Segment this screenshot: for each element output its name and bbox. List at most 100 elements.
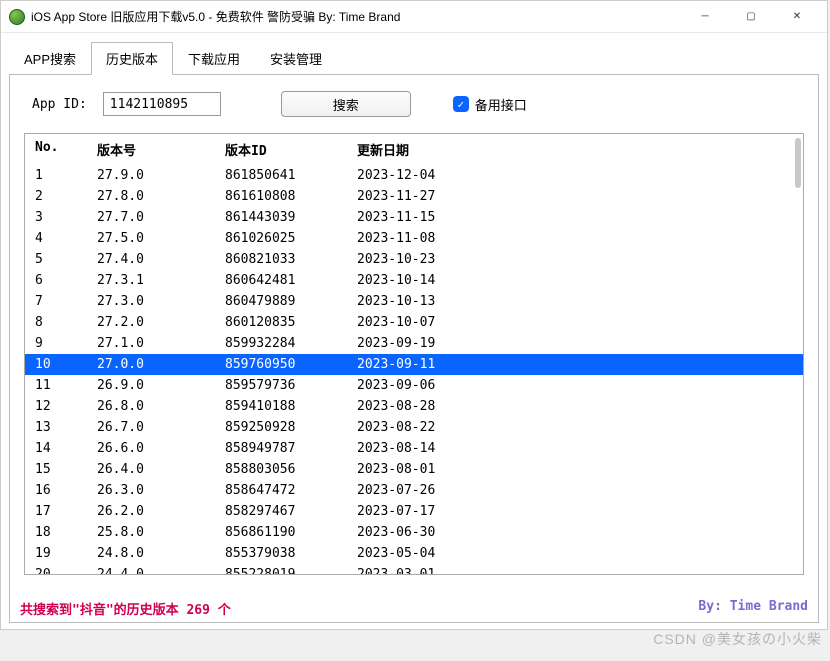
cell-id: 859250928: [225, 418, 357, 437]
tab-download-app[interactable]: 下载应用: [173, 42, 255, 75]
cell-no: 4: [35, 229, 97, 248]
cell-ver: 26.7.0: [97, 418, 225, 437]
table-row[interactable]: 1726.2.08582974672023-07-17: [25, 501, 803, 522]
cell-id: 860821033: [225, 250, 357, 269]
table-header: No. 版本号 版本ID 更新日期: [25, 134, 803, 165]
cell-id: 861610808: [225, 187, 357, 206]
cell-no: 8: [35, 313, 97, 332]
header-update-date[interactable]: 更新日期: [357, 140, 497, 159]
cell-ver: 27.5.0: [97, 229, 225, 248]
titlebar[interactable]: iOS App Store 旧版应用下载v5.0 - 免费软件 警防受骗 By:…: [1, 1, 827, 33]
cell-id: 858949787: [225, 439, 357, 458]
table-row[interactable]: 1924.8.08553790382023-05-04: [25, 543, 803, 564]
tab-app-search[interactable]: APP搜索: [9, 42, 91, 75]
cell-date: 2023-06-30: [357, 523, 497, 542]
cell-date: 2023-08-22: [357, 418, 497, 437]
minimize-button[interactable]: ─: [683, 3, 727, 31]
cell-no: 11: [35, 376, 97, 395]
cell-no: 18: [35, 523, 97, 542]
cell-id: 858803056: [225, 460, 357, 479]
table-row[interactable]: 327.7.08614430392023-11-15: [25, 207, 803, 228]
cell-date: 2023-09-11: [357, 355, 497, 374]
cell-id: 859579736: [225, 376, 357, 395]
cell-id: 855379038: [225, 544, 357, 563]
cell-ver: 24.8.0: [97, 544, 225, 563]
app-icon: [9, 9, 25, 25]
tab-install-manage[interactable]: 安装管理: [255, 42, 337, 75]
cell-ver: 24.4.0: [97, 565, 225, 575]
cell-no: 19: [35, 544, 97, 563]
cell-date: 2023-05-04: [357, 544, 497, 563]
header-no[interactable]: No.: [35, 140, 97, 159]
cell-ver: 27.9.0: [97, 166, 225, 185]
table-row[interactable]: 827.2.08601208352023-10-07: [25, 312, 803, 333]
cell-id: 861850641: [225, 166, 357, 185]
cell-ver: 27.4.0: [97, 250, 225, 269]
cell-ver: 27.2.0: [97, 313, 225, 332]
table-row[interactable]: 1226.8.08594101882023-08-28: [25, 396, 803, 417]
scrollbar-thumb[interactable]: [795, 138, 801, 188]
status-footer: 共搜索到"抖音"的历史版本 269 个 By: Time Brand: [20, 599, 808, 618]
cell-date: 2023-11-08: [357, 229, 497, 248]
result-count: 共搜索到"抖音"的历史版本 269 个: [20, 599, 231, 618]
table-row[interactable]: 127.9.08618506412023-12-04: [25, 165, 803, 186]
table-row[interactable]: 527.4.08608210332023-10-23: [25, 249, 803, 270]
cell-date: 2023-08-14: [357, 439, 497, 458]
table-row[interactable]: 927.1.08599322842023-09-19: [25, 333, 803, 354]
cell-date: 2023-11-27: [357, 187, 497, 206]
table-row[interactable]: 427.5.08610260252023-11-08: [25, 228, 803, 249]
close-button[interactable]: ✕: [775, 3, 819, 31]
cell-date: 2023-10-07: [357, 313, 497, 332]
cell-date: 2023-07-17: [357, 502, 497, 521]
cell-no: 15: [35, 460, 97, 479]
table-row[interactable]: 1526.4.08588030562023-08-01: [25, 459, 803, 480]
appid-input[interactable]: [103, 92, 221, 116]
cell-date: 2023-03-01: [357, 565, 497, 575]
table-row[interactable]: 1326.7.08592509282023-08-22: [25, 417, 803, 438]
table-row[interactable]: 2024.4.08552280192023-03-01: [25, 564, 803, 575]
cell-ver: 26.8.0: [97, 397, 225, 416]
maximize-button[interactable]: ▢: [729, 3, 773, 31]
cell-no: 6: [35, 271, 97, 290]
watermark: CSDN @美女孩の小火柴: [653, 629, 822, 649]
table-row[interactable]: 1626.3.08586474722023-07-26: [25, 480, 803, 501]
table-row[interactable]: 227.8.08616108082023-11-27: [25, 186, 803, 207]
version-table: No. 版本号 版本ID 更新日期 127.9.08618506412023-1…: [24, 133, 804, 575]
cell-date: 2023-08-01: [357, 460, 497, 479]
cell-id: 858297467: [225, 502, 357, 521]
table-row[interactable]: 727.3.08604798892023-10-13: [25, 291, 803, 312]
check-icon: ✓: [453, 96, 469, 112]
cell-id: 860479889: [225, 292, 357, 311]
header-version[interactable]: 版本号: [97, 140, 225, 159]
cell-id: 859410188: [225, 397, 357, 416]
cell-id: 858647472: [225, 481, 357, 500]
cell-ver: 27.0.0: [97, 355, 225, 374]
header-version-id[interactable]: 版本ID: [225, 140, 357, 159]
tab-panel-history: App ID: 搜索 ✓ 备用接口 No. 版本号 版本ID 更新日期 127.…: [9, 75, 819, 623]
table-row[interactable]: 1825.8.08568611902023-06-30: [25, 522, 803, 543]
window-title: iOS App Store 旧版应用下载v5.0 - 免费软件 警防受骗 By:…: [31, 8, 683, 25]
table-body: 127.9.08618506412023-12-04227.8.08616108…: [25, 165, 803, 575]
cell-date: 2023-12-04: [357, 166, 497, 185]
table-row[interactable]: 1426.6.08589497872023-08-14: [25, 438, 803, 459]
table-row[interactable]: 1126.9.08595797362023-09-06: [25, 375, 803, 396]
cell-no: 2: [35, 187, 97, 206]
cell-no: 16: [35, 481, 97, 500]
cell-ver: 27.8.0: [97, 187, 225, 206]
table-row[interactable]: 1027.0.08597609502023-09-11: [25, 354, 803, 375]
tab-history-versions[interactable]: 历史版本: [91, 42, 173, 75]
backup-label: 备用接口: [475, 95, 527, 114]
cell-no: 17: [35, 502, 97, 521]
cell-no: 20: [35, 565, 97, 575]
cell-id: 860120835: [225, 313, 357, 332]
tabs: APP搜索 历史版本 下载应用 安装管理: [9, 41, 819, 75]
app-window: iOS App Store 旧版应用下载v5.0 - 免费软件 警防受骗 By:…: [0, 0, 828, 630]
table-row[interactable]: 627.3.18606424812023-10-14: [25, 270, 803, 291]
search-button[interactable]: 搜索: [281, 91, 411, 117]
cell-no: 1: [35, 166, 97, 185]
cell-id: 859932284: [225, 334, 357, 353]
cell-ver: 27.1.0: [97, 334, 225, 353]
backup-checkbox[interactable]: ✓ 备用接口: [453, 95, 527, 114]
cell-id: 861443039: [225, 208, 357, 227]
cell-no: 5: [35, 250, 97, 269]
